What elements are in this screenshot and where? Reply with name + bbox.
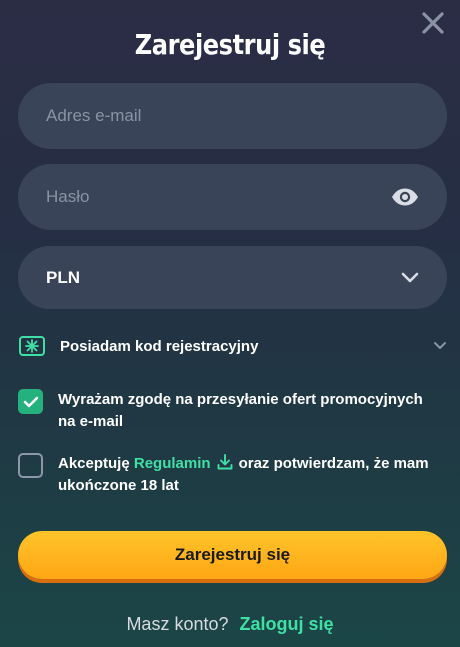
marketing-consent-checkbox[interactable] — [18, 389, 43, 414]
login-link[interactable]: Zaloguj się — [240, 614, 334, 634]
password-field[interactable] — [46, 187, 391, 207]
register-button[interactable]: Zarejestruj się — [18, 531, 447, 579]
terms-consent-row: Akceptuję Regulamin oraz potwierdzam, że… — [18, 453, 438, 497]
chevron-down-icon — [434, 342, 446, 349]
login-prompt-text: Masz konto? — [126, 614, 229, 634]
email-field-wrapper[interactable] — [18, 83, 447, 149]
marketing-consent-label: Wyrażam zgodę na przesyłanie ofert promo… — [58, 391, 423, 430]
email-field[interactable] — [46, 106, 419, 126]
terms-link[interactable]: Regulamin — [134, 455, 211, 472]
chevron-down-icon — [401, 272, 419, 282]
promo-code-toggle[interactable]: Posiadam kod rejestracyjny — [18, 333, 447, 359]
show-password-button[interactable] — [391, 187, 419, 207]
terms-consent-checkbox[interactable] — [18, 453, 43, 478]
password-field-wrapper[interactable] — [18, 164, 447, 230]
terms-consent-label: Akceptuję Regulamin oraz potwierdzam, że… — [58, 453, 438, 497]
currency-value: PLN — [46, 267, 80, 287]
download-icon[interactable] — [217, 454, 233, 470]
currency-select[interactable]: PLN — [18, 246, 447, 309]
terms-text-before: Akceptuję — [58, 455, 130, 472]
marketing-consent-row: Wyrażam zgodę na przesyłanie ofert promo… — [18, 389, 438, 433]
dialog-title: Zarejestruj się — [134, 28, 326, 61]
ticket-icon — [19, 336, 45, 356]
eye-icon — [392, 188, 418, 206]
promo-code-label: Posiadam kod rejestracyjny — [60, 337, 259, 355]
login-prompt: Masz konto? Zaloguj się — [0, 614, 460, 635]
check-icon — [23, 396, 38, 407]
